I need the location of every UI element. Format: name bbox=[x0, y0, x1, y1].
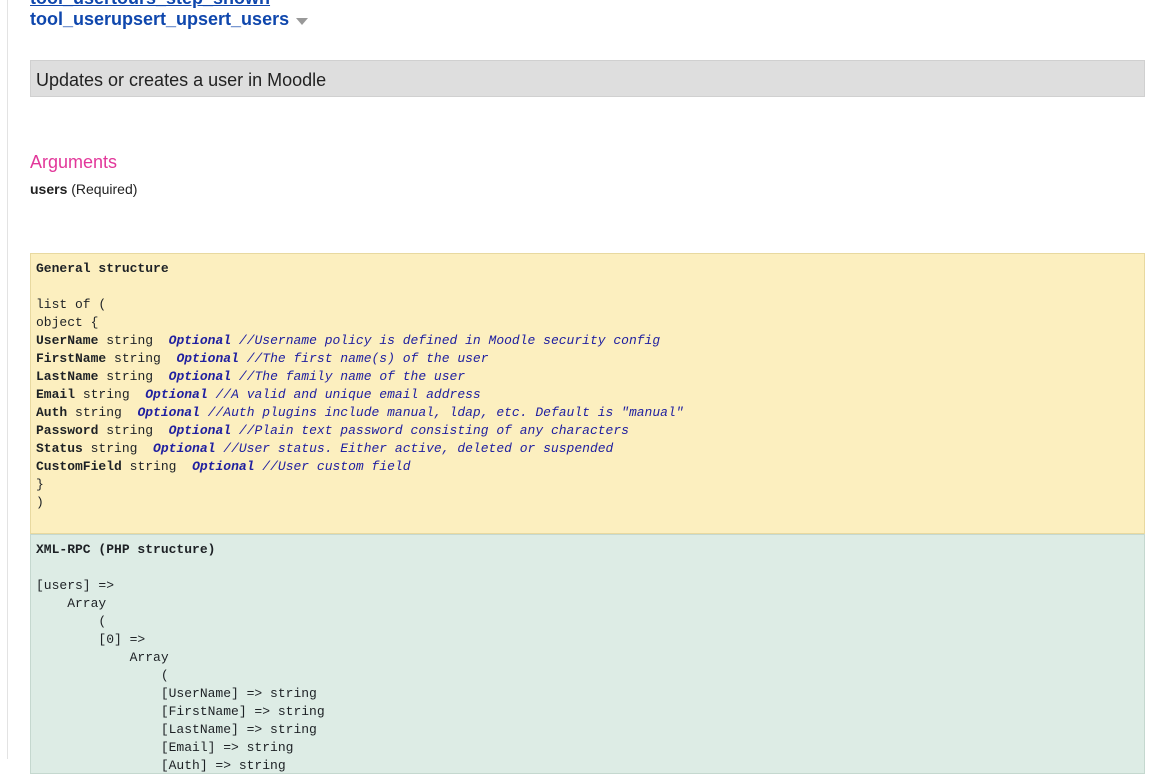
field-type: string bbox=[129, 459, 177, 474]
field-name: Password bbox=[36, 423, 99, 438]
list-close: ) bbox=[36, 495, 44, 510]
function-description: Updates or creates a user in Moodle bbox=[30, 60, 1145, 97]
argument-name: users bbox=[30, 181, 68, 197]
xmlrpc-line: [Email] => string bbox=[36, 740, 294, 755]
field-name: FirstName bbox=[36, 351, 107, 366]
field-name: Auth bbox=[36, 405, 68, 420]
xmlrpc-line: ( bbox=[36, 668, 169, 683]
page-left-border bbox=[7, 0, 8, 759]
xmlrpc-title: XML-RPC (PHP structure) bbox=[36, 542, 216, 557]
field-name: LastName bbox=[36, 369, 99, 384]
field-comment: //Auth plugins include manual, ldap, etc… bbox=[207, 405, 684, 420]
field-row: UserName string Optional //Username poli… bbox=[36, 332, 1139, 350]
field-row: CustomField string Optional //User custo… bbox=[36, 458, 1139, 476]
field-comment: //The family name of the user bbox=[238, 369, 466, 384]
field-type: string bbox=[106, 333, 154, 348]
field-comment: //User custom field bbox=[262, 459, 411, 474]
field-comment: //Username policy is defined in Moodle s… bbox=[238, 333, 661, 348]
field-type: string bbox=[75, 405, 122, 420]
xmlrpc-line: [FirstName] => string bbox=[36, 704, 325, 719]
field-row: LastName string Optional //The family na… bbox=[36, 368, 1139, 386]
xmlrpc-line: Array bbox=[36, 650, 169, 665]
list-open: list of ( bbox=[36, 297, 107, 312]
field-name: UserName bbox=[36, 333, 99, 348]
field-type: string bbox=[106, 423, 154, 438]
field-comment: //User status. Either active, deleted or… bbox=[223, 441, 614, 456]
field-name: Email bbox=[36, 387, 76, 402]
field-optional: Optional bbox=[168, 423, 232, 438]
field-type: string bbox=[82, 387, 130, 402]
xmlrpc-line: Array bbox=[36, 596, 107, 611]
field-optional: Optional bbox=[192, 459, 255, 474]
field-name: Status bbox=[36, 441, 83, 456]
previous-function-link[interactable]: tool_usertours_step_shown bbox=[30, 0, 270, 9]
function-title[interactable]: tool_userupsert_upsert_users bbox=[30, 9, 309, 30]
field-optional: Optional bbox=[153, 441, 216, 456]
field-optional: Optional bbox=[176, 351, 239, 366]
field-row: FirstName string Optional //The first na… bbox=[36, 350, 1139, 368]
xmlrpc-line: [UserName] => string bbox=[36, 686, 317, 701]
xmlrpc-line: [LastName] => string bbox=[36, 722, 317, 737]
object-open: object { bbox=[36, 315, 99, 330]
field-row: Status string Optional //User status. Ei… bbox=[36, 440, 1139, 458]
argument-required: (Required) bbox=[71, 181, 138, 197]
xmlrpc-line: ( bbox=[36, 614, 107, 629]
field-row: Auth string Optional //Auth plugins incl… bbox=[36, 404, 1139, 422]
xmlrpc-line: [0] => bbox=[36, 632, 146, 647]
field-optional: Optional bbox=[168, 333, 232, 348]
field-optional: Optional bbox=[168, 369, 232, 384]
field-type: string bbox=[90, 441, 138, 456]
field-row: Password string Optional //Plain text pa… bbox=[36, 422, 1139, 440]
field-name: CustomField bbox=[36, 459, 122, 474]
field-type: string bbox=[114, 351, 161, 366]
field-optional: Optional bbox=[145, 387, 208, 402]
field-comment: //Plain text password consisting of any … bbox=[238, 423, 629, 438]
xmlrpc-line: [Auth] => string bbox=[36, 758, 286, 773]
general-structure-title: General structure bbox=[36, 261, 169, 276]
field-type: string bbox=[106, 369, 154, 384]
xmlrpc-structure-panel: XML-RPC (PHP structure) [users] => Array … bbox=[30, 534, 1145, 774]
general-structure-panel: General structure list of ( object { UserNa… bbox=[30, 253, 1145, 534]
xmlrpc-line: [users] => bbox=[36, 578, 115, 593]
field-comment: //A valid and unique email address bbox=[215, 387, 481, 402]
field-optional: Optional bbox=[137, 405, 200, 420]
object-close: } bbox=[36, 477, 44, 492]
caret-down-icon[interactable] bbox=[296, 17, 309, 25]
arguments-heading: Arguments bbox=[30, 152, 118, 172]
argument-line: users (Required) bbox=[30, 181, 137, 197]
function-name[interactable]: tool_userupsert_upsert_users bbox=[30, 9, 289, 30]
field-row: Email string Optional //A valid and uniq… bbox=[36, 386, 1139, 404]
field-comment: //The first name(s) of the user bbox=[246, 351, 489, 366]
